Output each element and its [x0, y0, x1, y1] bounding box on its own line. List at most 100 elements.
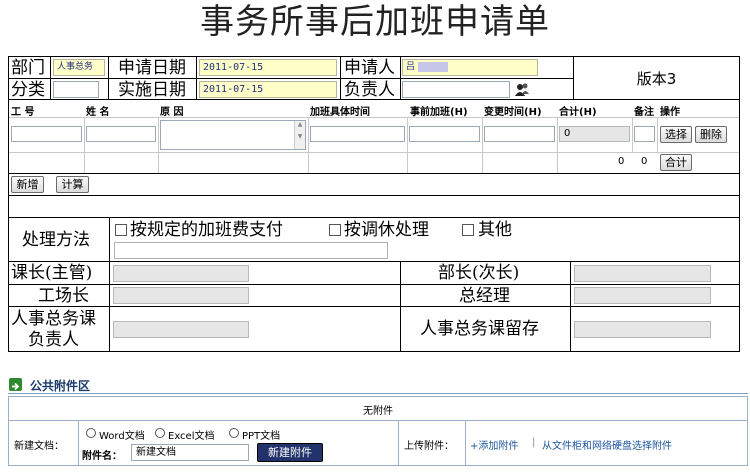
col-header-note: 备注: [634, 107, 654, 118]
hr-owner-label-line2: 负责人: [28, 330, 79, 350]
attachments-divider: [8, 420, 748, 421]
category-label: 分类: [11, 80, 45, 100]
col-header-reason: 原 因: [160, 107, 184, 118]
factory-head-field: [113, 287, 249, 304]
attachments-section-title: 公共附件区: [30, 379, 91, 393]
handling-divider: [109, 218, 110, 262]
emp-id-input[interactable]: [11, 126, 82, 142]
dept-head-label: 部长(次长): [438, 263, 520, 283]
category-field[interactable]: [53, 81, 99, 98]
dept-head-field: [574, 265, 711, 282]
grid-line: [84, 117, 85, 173]
approvals-divider: [570, 262, 571, 352]
grid-line: [9, 152, 739, 153]
option-leave-checkbox[interactable]: [329, 224, 341, 236]
gm-label: 总经理: [459, 286, 510, 306]
select-from-cabinet-link[interactable]: 从文件柜和网络硬盘选择附件: [542, 437, 672, 452]
dept-label: 部门: [11, 58, 45, 78]
col-header-name: 姓 名: [86, 107, 110, 118]
gm-field: [574, 287, 711, 304]
table-footer-divider: [8, 173, 740, 174]
header-divider: [50, 56, 51, 100]
approvals-divider: [8, 284, 740, 285]
add-attachment-link[interactable]: +添加附件: [470, 437, 518, 452]
col-header-total: 合计(H): [559, 107, 597, 118]
approvals-divider: [400, 262, 401, 352]
form-title: 事务所事后加班申请单: [200, 2, 550, 42]
link-separator: |: [532, 437, 536, 448]
people-picker-icon[interactable]: [514, 82, 530, 97]
attachments-divider: [398, 420, 399, 466]
option-pay-label: 按规定的加班费支付: [130, 220, 283, 240]
pre-overtime-input[interactable]: [409, 126, 480, 142]
scroll-up-icon[interactable]: ▲: [295, 121, 305, 129]
applicant-field[interactable]: 吕: [402, 59, 538, 76]
doc-type-ppt-radio[interactable]: [229, 428, 239, 438]
owner-field[interactable]: [402, 81, 510, 98]
attach-name-input[interactable]: 新建文档: [131, 444, 249, 461]
exec-date-field[interactable]: 2011-07-15: [199, 81, 337, 98]
overtime-time-input[interactable]: [310, 126, 405, 142]
reason-textarea[interactable]: ▲ ▼: [160, 120, 306, 150]
select-button[interactable]: 选择: [660, 126, 692, 143]
no-attachments-text: 无附件: [363, 406, 393, 417]
approvals-divider: [109, 262, 110, 352]
handling-label: 处理方法: [22, 230, 90, 250]
grid-line: [9, 117, 739, 118]
scroll-down-icon[interactable]: ▼: [295, 133, 305, 141]
dept-field[interactable]: 人事总务: [53, 59, 105, 76]
grid-line: [557, 117, 558, 173]
row-total-field: 0: [559, 126, 630, 142]
grid-line: [632, 117, 633, 152]
redacted-name-block: [417, 61, 448, 72]
new-attachment-button[interactable]: 新建附件: [257, 443, 323, 462]
doc-type-excel-radio[interactable]: [155, 428, 165, 438]
apply-date-field[interactable]: 2011-07-15: [199, 59, 337, 76]
hr-owner-field: [113, 321, 249, 338]
header-divider: [400, 56, 401, 100]
doc-type-ppt-label: PPT文档: [242, 431, 281, 442]
spacer-row: [8, 196, 740, 218]
other-method-input[interactable]: [114, 242, 388, 259]
apply-date-label: 申请日期: [118, 58, 186, 78]
hr-owner-label-line1: 人事总务课: [11, 309, 96, 329]
change-time-input[interactable]: [484, 126, 555, 142]
grid-line: [308, 117, 309, 173]
note-input[interactable]: [634, 126, 655, 142]
col-header-action: 操作: [660, 107, 680, 118]
arrow-right-icon: [9, 378, 22, 391]
col-header-change: 变更时间(H): [484, 107, 542, 118]
col-header-time: 加班具体时间: [310, 107, 370, 118]
calculate-button[interactable]: 计算: [56, 176, 89, 193]
add-row-button[interactable]: 新增: [11, 176, 44, 193]
doc-type-word-label: Word文档: [99, 431, 145, 442]
emp-name-input[interactable]: [86, 126, 156, 142]
option-leave-label: 按调休处理: [344, 220, 429, 240]
option-other-checkbox[interactable]: [462, 224, 474, 236]
factory-head-label: 工场长: [38, 286, 89, 306]
grid-line: [407, 117, 408, 173]
doc-type-word-radio[interactable]: [86, 428, 96, 438]
section-chief-label: 课长(主管): [11, 263, 93, 283]
header-row-divider: [8, 78, 573, 79]
sum-button[interactable]: 合计: [660, 154, 692, 171]
header-divider: [108, 56, 109, 100]
grid-line: [482, 117, 483, 173]
applicant-value: 吕: [406, 62, 416, 72]
owner-label: 负责人: [344, 80, 395, 100]
section-chief-field: [113, 265, 249, 282]
sum-value-a: 0: [618, 156, 625, 167]
exec-date-label: 实施日期: [118, 80, 186, 100]
upload-label: 上传附件：: [404, 441, 454, 452]
hr-keep-label: 人事总务课留存: [420, 319, 539, 339]
option-other-label: 其他: [478, 220, 512, 240]
option-pay-checkbox[interactable]: [115, 224, 127, 236]
reason-scrollbar[interactable]: ▲ ▼: [294, 121, 305, 149]
approvals-divider: [8, 306, 740, 307]
col-header-id: 工 号: [11, 107, 35, 118]
attach-name-label: 附件名：: [82, 451, 122, 462]
delete-button[interactable]: 删除: [695, 126, 727, 143]
detail-table: [8, 100, 740, 196]
section-title-underline: [8, 393, 748, 394]
sum-value-b: 0: [641, 156, 648, 167]
